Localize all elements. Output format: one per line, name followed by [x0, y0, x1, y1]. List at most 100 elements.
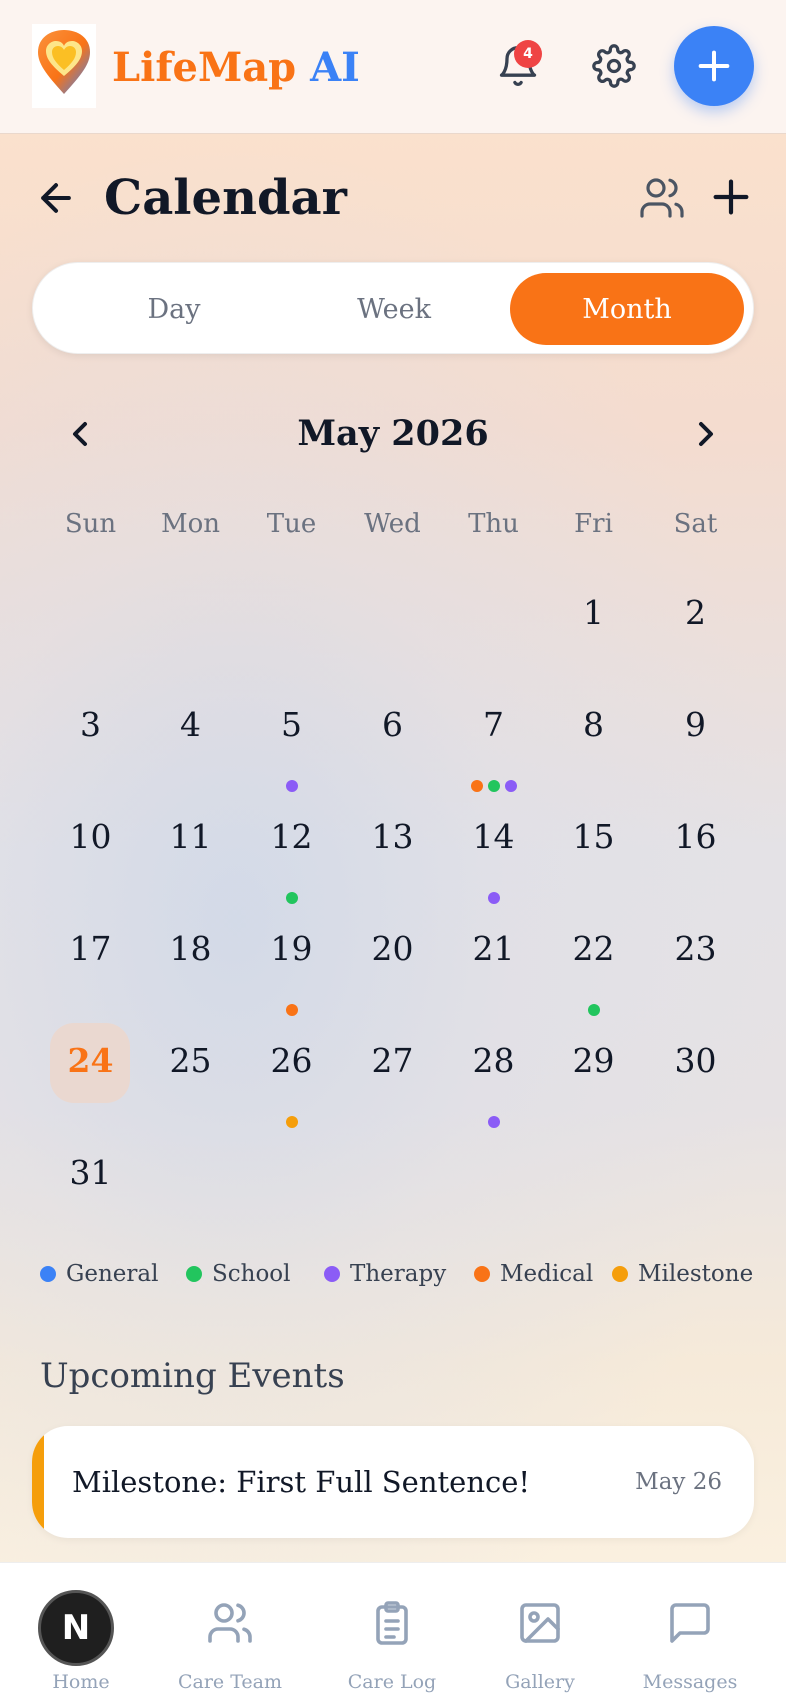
tab-week[interactable]: Week: [277, 273, 511, 345]
day-cell[interactable]: 22: [543, 927, 644, 971]
nav-gallery[interactable]: Gallery: [465, 1563, 615, 1704]
legend-dot-general: [40, 1266, 56, 1282]
gear-icon[interactable]: [592, 44, 636, 88]
legend-general: General: [40, 1258, 158, 1290]
event-dots: [443, 892, 544, 906]
event-dot-therapy: [487, 1116, 500, 1128]
day-cell[interactable]: 29: [543, 1039, 644, 1083]
day-cell[interactable]: 7: [443, 703, 544, 747]
tab-day[interactable]: Day: [57, 273, 291, 345]
event-card[interactable]: Milestone: First Full Sentence! May 26: [32, 1426, 754, 1538]
day-cell[interactable]: 31: [40, 1151, 141, 1195]
app-header: LifeMap AI 4: [0, 0, 786, 134]
weekday-wed: Wed: [364, 509, 421, 539]
legend-medical: Medical: [474, 1258, 593, 1290]
nav-care-team[interactable]: Care Team: [155, 1563, 305, 1704]
legend-label-milestone: Milestone: [638, 1261, 754, 1287]
event-dot-therapy: [285, 780, 298, 792]
day-cell[interactable]: 20: [342, 927, 443, 971]
legend-label-medical: Medical: [500, 1261, 594, 1287]
clipboard-icon: [376, 1601, 408, 1645]
tab-month[interactable]: Month: [510, 273, 744, 345]
month-label: May 2026: [297, 413, 489, 454]
legend-dot-therapy: [324, 1266, 340, 1282]
day-cell[interactable]: 11: [140, 815, 241, 859]
day-cell[interactable]: 18: [140, 927, 241, 971]
event-dot-school: [587, 1004, 600, 1016]
legend-label-school: School: [212, 1261, 291, 1287]
day-cell[interactable]: 9: [645, 703, 746, 747]
event-dots: [443, 780, 544, 794]
day-cell[interactable]: 6: [342, 703, 443, 747]
event-date: May 26: [635, 1469, 722, 1495]
day-cell[interactable]: 3: [40, 703, 141, 747]
add-event-icon[interactable]: [708, 174, 754, 220]
weekday-mon: Mon: [160, 509, 221, 539]
upcoming-events-heading: Upcoming Events: [40, 1356, 345, 1396]
nav-label-messages: Messages: [642, 1671, 738, 1693]
day-cell[interactable]: 10: [40, 815, 141, 859]
day-cell[interactable]: 30: [645, 1039, 746, 1083]
nav-label-care-team: Care Team: [177, 1671, 283, 1693]
day-cell[interactable]: 5: [241, 703, 342, 747]
event-dot-school: [285, 892, 298, 904]
weekday-fri: Fri: [574, 509, 613, 539]
heart-pin-icon: [38, 30, 90, 94]
legend-label-therapy: Therapy: [350, 1261, 447, 1287]
day-cell[interactable]: 16: [645, 815, 746, 859]
nav-label-care-log: Care Log: [347, 1671, 437, 1693]
weekday-thu: Thu: [468, 509, 519, 539]
event-dot-milestone: [285, 1116, 298, 1128]
day-cell[interactable]: 8: [543, 703, 644, 747]
legend-dot-milestone: [612, 1266, 628, 1282]
day-cell[interactable]: 4: [140, 703, 241, 747]
day-cell[interactable]: 26: [241, 1039, 342, 1083]
legend-therapy: Therapy: [324, 1258, 446, 1290]
brand-lifemap: LifeMap: [112, 44, 297, 91]
event-dots: [443, 1116, 544, 1130]
event-dot-therapy: [504, 780, 517, 792]
weekday-sun: Sun: [64, 509, 117, 539]
chevron-right-icon[interactable]: [686, 414, 726, 454]
message-icon: [670, 1603, 710, 1643]
event-dot-medical: [470, 780, 483, 792]
users-icon[interactable]: [638, 174, 686, 222]
app-logo[interactable]: [32, 24, 96, 108]
event-title: Milestone: First Full Sentence!: [72, 1465, 531, 1499]
day-cell[interactable]: 27: [342, 1039, 443, 1083]
event-dots: [241, 1004, 342, 1018]
nav-care-log[interactable]: Care Log: [317, 1563, 467, 1704]
bottom-nav: Home Care Team Care Log Gallery Messages: [0, 1562, 786, 1704]
notification-badge: 4: [514, 40, 542, 68]
app-brand: LifeMap AI: [112, 44, 360, 92]
legend-milestone: Milestone: [612, 1258, 753, 1290]
back-arrow-icon[interactable]: [34, 176, 78, 220]
day-cell[interactable]: 15: [543, 815, 644, 859]
day-cell[interactable]: 13: [342, 815, 443, 859]
weekday-tue: Tue: [266, 509, 317, 539]
day-cell[interactable]: 25: [140, 1039, 241, 1083]
day-cell[interactable]: 12: [241, 815, 342, 859]
day-cell[interactable]: 17: [40, 927, 141, 971]
nav-label-home: Home: [52, 1671, 110, 1693]
day-cell[interactable]: 19: [241, 927, 342, 971]
day-cell[interactable]: 23: [645, 927, 746, 971]
user-avatar[interactable]: N: [38, 1590, 114, 1666]
event-dot-school: [487, 780, 500, 792]
legend-dot-school: [186, 1266, 202, 1282]
event-dots: [241, 1116, 342, 1130]
day-cell[interactable]: 21: [443, 927, 544, 971]
event-dot-therapy: [487, 892, 500, 904]
add-button[interactable]: [674, 26, 754, 106]
event-dots: [241, 892, 342, 906]
day-cell-today[interactable]: 24: [40, 1039, 141, 1083]
event-dots: [241, 780, 342, 794]
day-cell[interactable]: 28: [443, 1039, 544, 1083]
day-cell[interactable]: 14: [443, 815, 544, 859]
event-dots: [543, 1004, 644, 1018]
users-icon: [208, 1603, 252, 1643]
day-cell[interactable]: 2: [645, 591, 746, 635]
image-icon: [520, 1603, 560, 1643]
nav-messages[interactable]: Messages: [615, 1563, 765, 1704]
day-cell[interactable]: 1: [543, 591, 644, 635]
